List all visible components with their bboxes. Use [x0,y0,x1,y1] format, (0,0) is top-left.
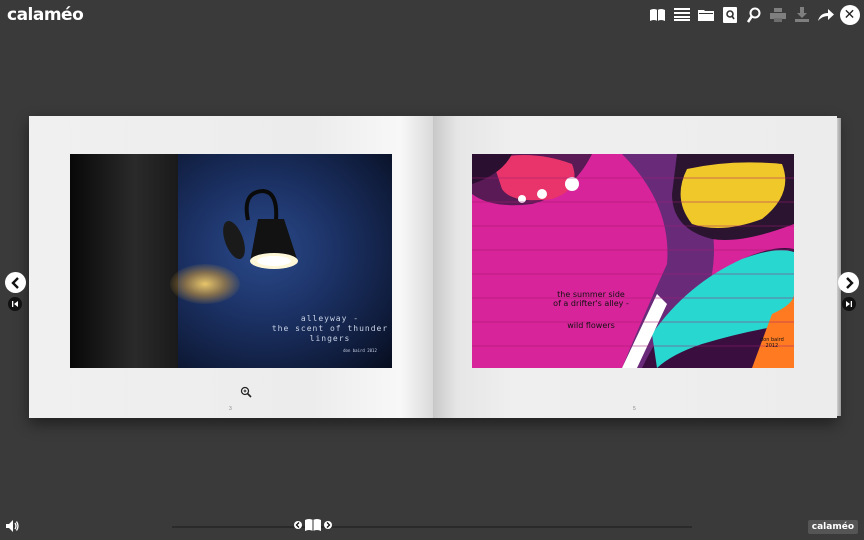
search-document-icon[interactable] [719,4,740,25]
folder-icon[interactable] [695,4,716,25]
left-page[interactable]: alleyway - the scent of thunder lingers … [29,116,433,418]
book-spread: alleyway - the scent of thunder lingers … [29,116,841,418]
haiku-line-3: wild flowers [567,321,615,330]
top-toolbar: ✕ [647,4,860,25]
list-view-icon[interactable] [671,4,692,25]
previous-page-button[interactable] [5,272,26,293]
page-number-left: 3 [229,406,232,412]
calameo-logo[interactable]: calaméo [7,5,84,25]
share-icon[interactable] [815,4,836,25]
right-page[interactable]: the summer side of a drifter's alley - w… [433,116,837,418]
search-icon[interactable] [743,4,764,25]
first-page-button[interactable] [8,297,22,311]
haiku-signature: don baird 2012 [760,337,784,349]
haiku-text-left: alleyway - the scent of thunder lingers … [270,314,390,354]
graffiti-wall-photo: the summer side of a drifter's alley - w… [472,154,794,368]
graffiti-artwork [472,154,794,368]
last-page-button[interactable] [842,297,856,311]
sound-icon[interactable] [5,519,19,533]
haiku-text-right: the summer side of a drifter's alley - w… [536,290,646,330]
haiku-signature: don baird 2012 [343,348,377,353]
first-page-icon [12,301,18,307]
last-page-icon [846,301,852,307]
download-icon[interactable] [791,4,812,25]
haiku-line-3: lingers [309,334,351,343]
print-icon[interactable] [767,4,788,25]
bottom-bar: calaméo [0,514,864,540]
close-button[interactable]: ✕ [839,4,860,25]
haiku-line-1: the summer side [557,290,625,299]
calameo-brand-badge[interactable]: calaméo [807,520,858,534]
alleyway-lamp-photo: alleyway - the scent of thunder lingers … [70,154,392,368]
book-view-icon[interactable] [647,4,668,25]
haiku-line-1: alleyway - [300,314,360,323]
chevron-left-icon[interactable] [294,519,302,531]
chevron-left-icon [10,276,19,289]
chevron-right-icon [845,276,854,289]
page-slider-track[interactable] [172,526,692,528]
book-icon [305,519,321,531]
chevron-right-icon[interactable] [324,519,332,531]
page-slider-thumb[interactable] [294,518,332,532]
zoom-icon[interactable] [240,386,252,398]
haiku-line-2: the scent of thunder [271,324,389,333]
next-page-button[interactable] [838,272,859,293]
haiku-line-2: of a drifter's alley - [553,299,629,308]
close-icon: ✕ [839,4,860,25]
page-number-right: 5 [633,406,636,412]
